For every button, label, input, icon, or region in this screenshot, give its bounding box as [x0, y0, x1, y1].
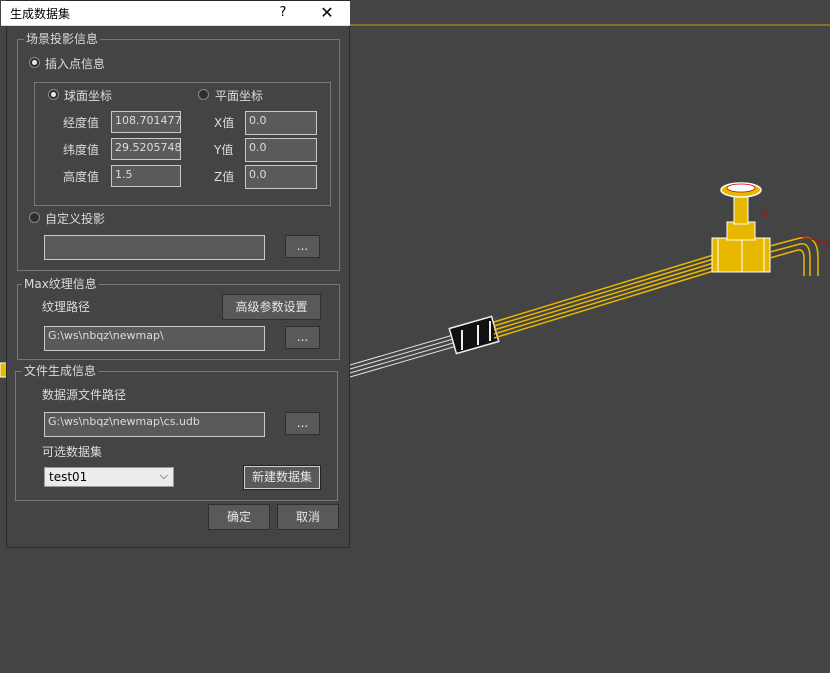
- longitude-label: 经度值: [63, 116, 100, 130]
- generate-dataset-dialog: 生成数据集 ? ✕ 场景投影信息 插入点信息 球面坐标 平面坐标 经度值 108…: [1, 0, 350, 548]
- chevron-down-icon[interactable]: ⌵: [160, 469, 168, 483]
- projection-group-title: 场景投影信息: [24, 32, 101, 46]
- cancel-button[interactable]: 取消: [277, 504, 339, 530]
- file-generation-group: 文件生成信息 数据源文件路径 G:\ws\nbqz\newmap\cs.udb …: [15, 364, 338, 501]
- projection-group: 场景投影信息 插入点信息 球面坐标 平面坐标 经度值 108.7014770 X…: [17, 32, 340, 271]
- y-label: Y值: [214, 143, 234, 157]
- custom-projection-browse-button[interactable]: ...: [285, 235, 320, 258]
- dialog-title: 生成数据集: [10, 7, 71, 21]
- dataset-selected-value: test01: [49, 470, 88, 484]
- source-path-field[interactable]: G:\ws\nbqz\newmap\cs.udb: [44, 412, 265, 437]
- coordinate-group: 球面坐标 平面坐标 经度值 108.7014770 X值 0.0 纬度值 29.…: [34, 82, 331, 206]
- height-label: 高度值: [63, 170, 100, 184]
- z-field[interactable]: 0.0: [245, 165, 317, 189]
- source-path-label: 数据源文件路径: [42, 388, 127, 402]
- new-dataset-button[interactable]: 新建数据集: [243, 465, 321, 490]
- svg-text:y: y: [762, 208, 768, 219]
- planar-radio[interactable]: [198, 89, 209, 100]
- ok-button[interactable]: 确定: [208, 504, 270, 530]
- texture-group-title: Max纹理信息: [22, 277, 99, 291]
- thin-pipe: [349, 332, 461, 378]
- custom-projection-label[interactable]: 自定义投影: [45, 210, 105, 227]
- x-field[interactable]: 0.0: [245, 111, 317, 135]
- x-label: X值: [214, 116, 235, 130]
- spherical-label[interactable]: 球面坐标: [64, 87, 112, 104]
- texture-path-field[interactable]: G:\ws\nbqz\newmap\: [44, 326, 265, 351]
- texture-browse-button[interactable]: ...: [285, 326, 320, 349]
- help-icon[interactable]: ?: [271, 1, 295, 25]
- advanced-settings-button[interactable]: 高级参数设置: [222, 294, 321, 320]
- latitude-field[interactable]: 29.52057480: [111, 138, 181, 160]
- outlet-elbow: [769, 236, 819, 276]
- y-field[interactable]: 0.0: [245, 138, 317, 162]
- latitude-label: 纬度值: [63, 143, 100, 157]
- pipe-coupling: [448, 315, 500, 355]
- z-label: Z值: [214, 170, 235, 184]
- texture-path-label: 纹理路径: [42, 300, 91, 314]
- source-browse-button[interactable]: ...: [285, 412, 320, 435]
- texture-group: Max纹理信息 纹理路径 高级参数设置 G:\ws\nbqz\newmap\ .…: [17, 277, 340, 360]
- file-group-title: 文件生成信息: [22, 364, 99, 378]
- valve-body: [711, 182, 771, 273]
- planar-label[interactable]: 平面坐标: [215, 87, 263, 104]
- spherical-radio[interactable]: [48, 89, 59, 100]
- close-icon[interactable]: ✕: [313, 1, 341, 25]
- dataset-label: 可选数据集: [42, 445, 103, 459]
- main-pipe: [493, 252, 721, 339]
- custom-projection-radio[interactable]: [29, 212, 40, 223]
- height-field[interactable]: 1.5: [111, 165, 181, 187]
- dataset-select[interactable]: test01 ⌵: [44, 467, 174, 487]
- longitude-field[interactable]: 108.7014770: [111, 111, 181, 133]
- insert-point-radio[interactable]: [29, 57, 40, 68]
- custom-projection-field[interactable]: [44, 235, 265, 260]
- insert-point-label[interactable]: 插入点信息: [45, 55, 105, 72]
- title-bar[interactable]: 生成数据集 ? ✕: [1, 1, 350, 26]
